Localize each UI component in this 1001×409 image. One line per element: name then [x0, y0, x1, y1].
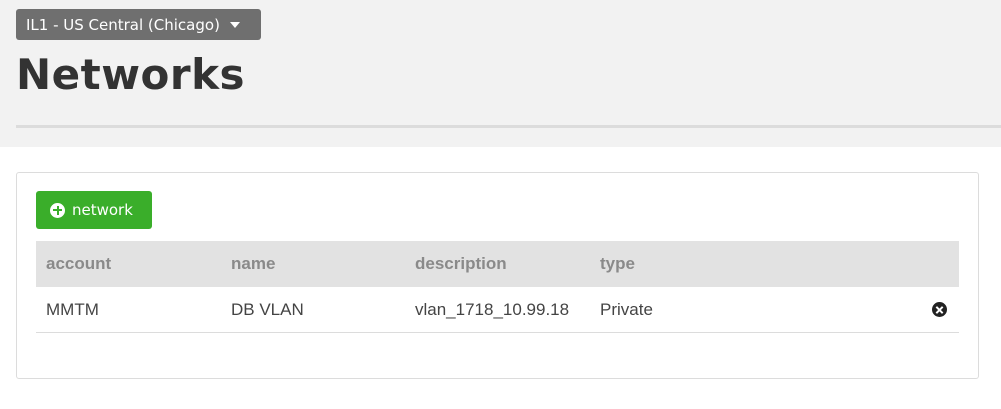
add-network-button[interactable]: network	[36, 191, 152, 229]
add-network-label: network	[72, 201, 133, 219]
cell-type: Private	[600, 299, 653, 319]
cell-account: MMTM	[46, 299, 99, 319]
column-header-name[interactable]: name	[231, 254, 275, 274]
networks-table: account name description type MMTM DB VL…	[36, 241, 959, 333]
region-selector-dropdown[interactable]: IL1 - US Central (Chicago)	[16, 9, 261, 40]
remove-circle-icon[interactable]	[932, 302, 947, 317]
table-header: account name description type	[36, 241, 959, 287]
networks-panel: network account name description type MM…	[16, 172, 979, 379]
plus-circle-icon	[50, 202, 65, 218]
header-divider	[16, 125, 1001, 128]
table-row: MMTM DB VLAN vlan_1718_10.99.18 Private	[36, 287, 959, 333]
column-header-account[interactable]: account	[46, 254, 111, 274]
cell-description: vlan_1718_10.99.18	[415, 299, 570, 319]
caret-down-icon	[229, 21, 240, 28]
region-selector-label: IL1 - US Central (Chicago)	[26, 15, 220, 34]
column-header-type[interactable]: type	[600, 254, 635, 274]
page-header: IL1 - US Central (Chicago) Networks	[0, 0, 1001, 147]
page-title: Networks	[16, 50, 246, 99]
cell-name[interactable]: DB VLAN	[231, 300, 304, 320]
column-header-description[interactable]: description	[415, 254, 507, 274]
